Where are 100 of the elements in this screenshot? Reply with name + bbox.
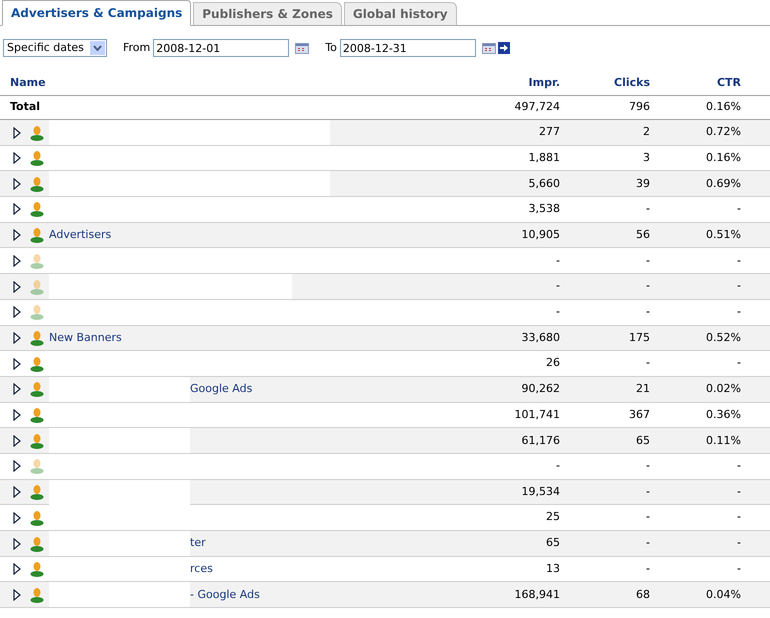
column-header[interactable]: Name [0,75,440,92]
table-cell-text: 21 [635,381,650,398]
table-cell-text: 33,680 [520,330,560,346]
expand-arrow-icon[interactable] [13,126,21,138]
expand-arrow-icon[interactable] [13,178,21,190]
table-cell-text: 65 [635,432,650,448]
table-cell-text: 0.52% [705,330,741,346]
campaign-link[interactable]: - Google Ads [190,586,260,604]
table-cell-text: - [645,535,650,552]
table-cell-text: 796 [628,99,650,116]
expand-arrow-icon[interactable] [13,538,21,550]
table-cell-text: 0.16% [705,99,741,116]
table-cell-text: - [645,458,650,474]
campaign-link[interactable]: ter [190,535,206,552]
from-label: From [123,40,150,56]
table-cell-text: 39 [635,176,650,192]
table-cell-text: - [555,278,560,294]
table-cell-text: 0.04% [705,586,741,603]
table-cell-text: 0.69% [705,176,741,192]
table-cell-text: - [736,355,741,372]
table-cell-text: 19,534 [520,484,560,500]
table-cell-text: 175 [628,330,650,346]
table-cell-text: 5,660 [528,176,560,192]
expand-arrow-icon[interactable] [13,588,21,601]
expand-arrow-icon[interactable] [13,229,21,242]
table-cell-text: - [645,252,650,269]
table-cell-text: 0.11% [705,432,741,448]
table-cell-text: 1,881 [528,150,560,166]
table-cell-text: 3,538 [528,201,560,218]
table-cell-text: - [736,304,741,320]
expand-arrow-icon[interactable] [13,280,21,293]
campaign-link[interactable]: Advertisers [49,226,112,244]
table-cell-text: - [736,484,741,500]
campaign-link[interactable]: rces [190,560,213,578]
table-cell-text: - [645,201,650,218]
expand-arrow-icon[interactable] [13,460,21,472]
expand-arrow-icon[interactable] [13,434,21,447]
table-cell-text: - [645,560,650,577]
table-cell-text: 68 [635,586,650,603]
column-header[interactable]: Impr. [440,75,560,92]
tab[interactable]: Global history [344,2,457,25]
expand-arrow-icon[interactable] [13,408,21,421]
expand-arrow-icon[interactable] [13,306,21,318]
table-cell-text: - [736,278,741,294]
table-cell-text: - [645,304,650,320]
expand-arrow-icon[interactable] [13,254,21,267]
expand-arrow-icon[interactable] [13,152,21,164]
table-cell-text: 90,262 [520,381,560,398]
table-cell-text: - [555,304,560,320]
to-label: To [325,40,337,56]
table-cell-text: 61,176 [520,432,560,448]
table-cell-text: - [645,355,650,372]
table-cell-text: - [645,484,650,500]
table-cell-text: 101,741 [514,406,560,423]
expand-arrow-icon[interactable] [13,358,21,370]
expand-arrow-icon[interactable] [13,383,21,396]
campaign-link[interactable]: New Banners [49,330,122,346]
calendar-icon[interactable] [295,42,310,54]
table-cell-text: 277 [538,124,560,140]
table-cell-text: 2 [642,124,650,140]
table-cell-text: 367 [628,406,650,423]
table-cell-text: - [645,509,650,526]
expand-arrow-icon[interactable] [13,486,21,498]
table-cell-text: - [555,252,560,269]
expand-arrow-icon[interactable] [13,332,21,344]
table-cell-text: 13 [545,560,560,577]
table-cell-text: - [555,458,560,474]
to-date-field[interactable]: 2008-12-31 [340,39,476,57]
table-cell-text: 497,724 [514,99,560,116]
calendar-icon[interactable] [482,42,496,54]
tab[interactable]: Publishers & Zones [193,2,342,25]
table-cell-text: 26 [545,355,560,372]
expand-arrow-icon[interactable] [13,203,21,216]
table-cell-text: 168,941 [514,586,560,603]
table-cell-text: 0.51% [705,226,741,243]
dropdown-value: Specific dates [7,40,84,56]
total-label: Total [9,99,42,116]
table-cell-text: - [736,535,741,552]
table-cell-text: 0.16% [705,150,741,166]
table-cell-text: - [736,509,741,526]
table-cell-text: - [736,252,741,269]
table-cell-text: - [736,560,741,577]
table-cell-text: 56 [635,226,650,243]
campaign-link[interactable]: Google Ads [190,381,252,398]
tab[interactable]: Advertisers & Campaigns [2,0,192,26]
table-cell-text: 0.72% [705,124,741,140]
table-cell-text: 10,905 [520,226,560,243]
expand-arrow-icon[interactable] [13,563,21,576]
table-cell-text: 0.02% [705,381,741,398]
column-header[interactable]: CTR [650,75,741,92]
go-arrow-icon[interactable] [498,42,510,54]
column-header[interactable]: Clicks [560,75,650,92]
expand-arrow-icon[interactable] [13,512,21,524]
table-cell-text: 25 [545,509,560,526]
table-cell-text: 65 [545,535,560,552]
table-cell-text: 3 [642,150,650,166]
from-date-field[interactable]: 2008-12-01 [153,39,290,57]
period-dropdown[interactable]: Specific dates [3,39,107,57]
table-cell-text: - [736,201,741,218]
table-cell-text: 0.36% [705,406,741,423]
